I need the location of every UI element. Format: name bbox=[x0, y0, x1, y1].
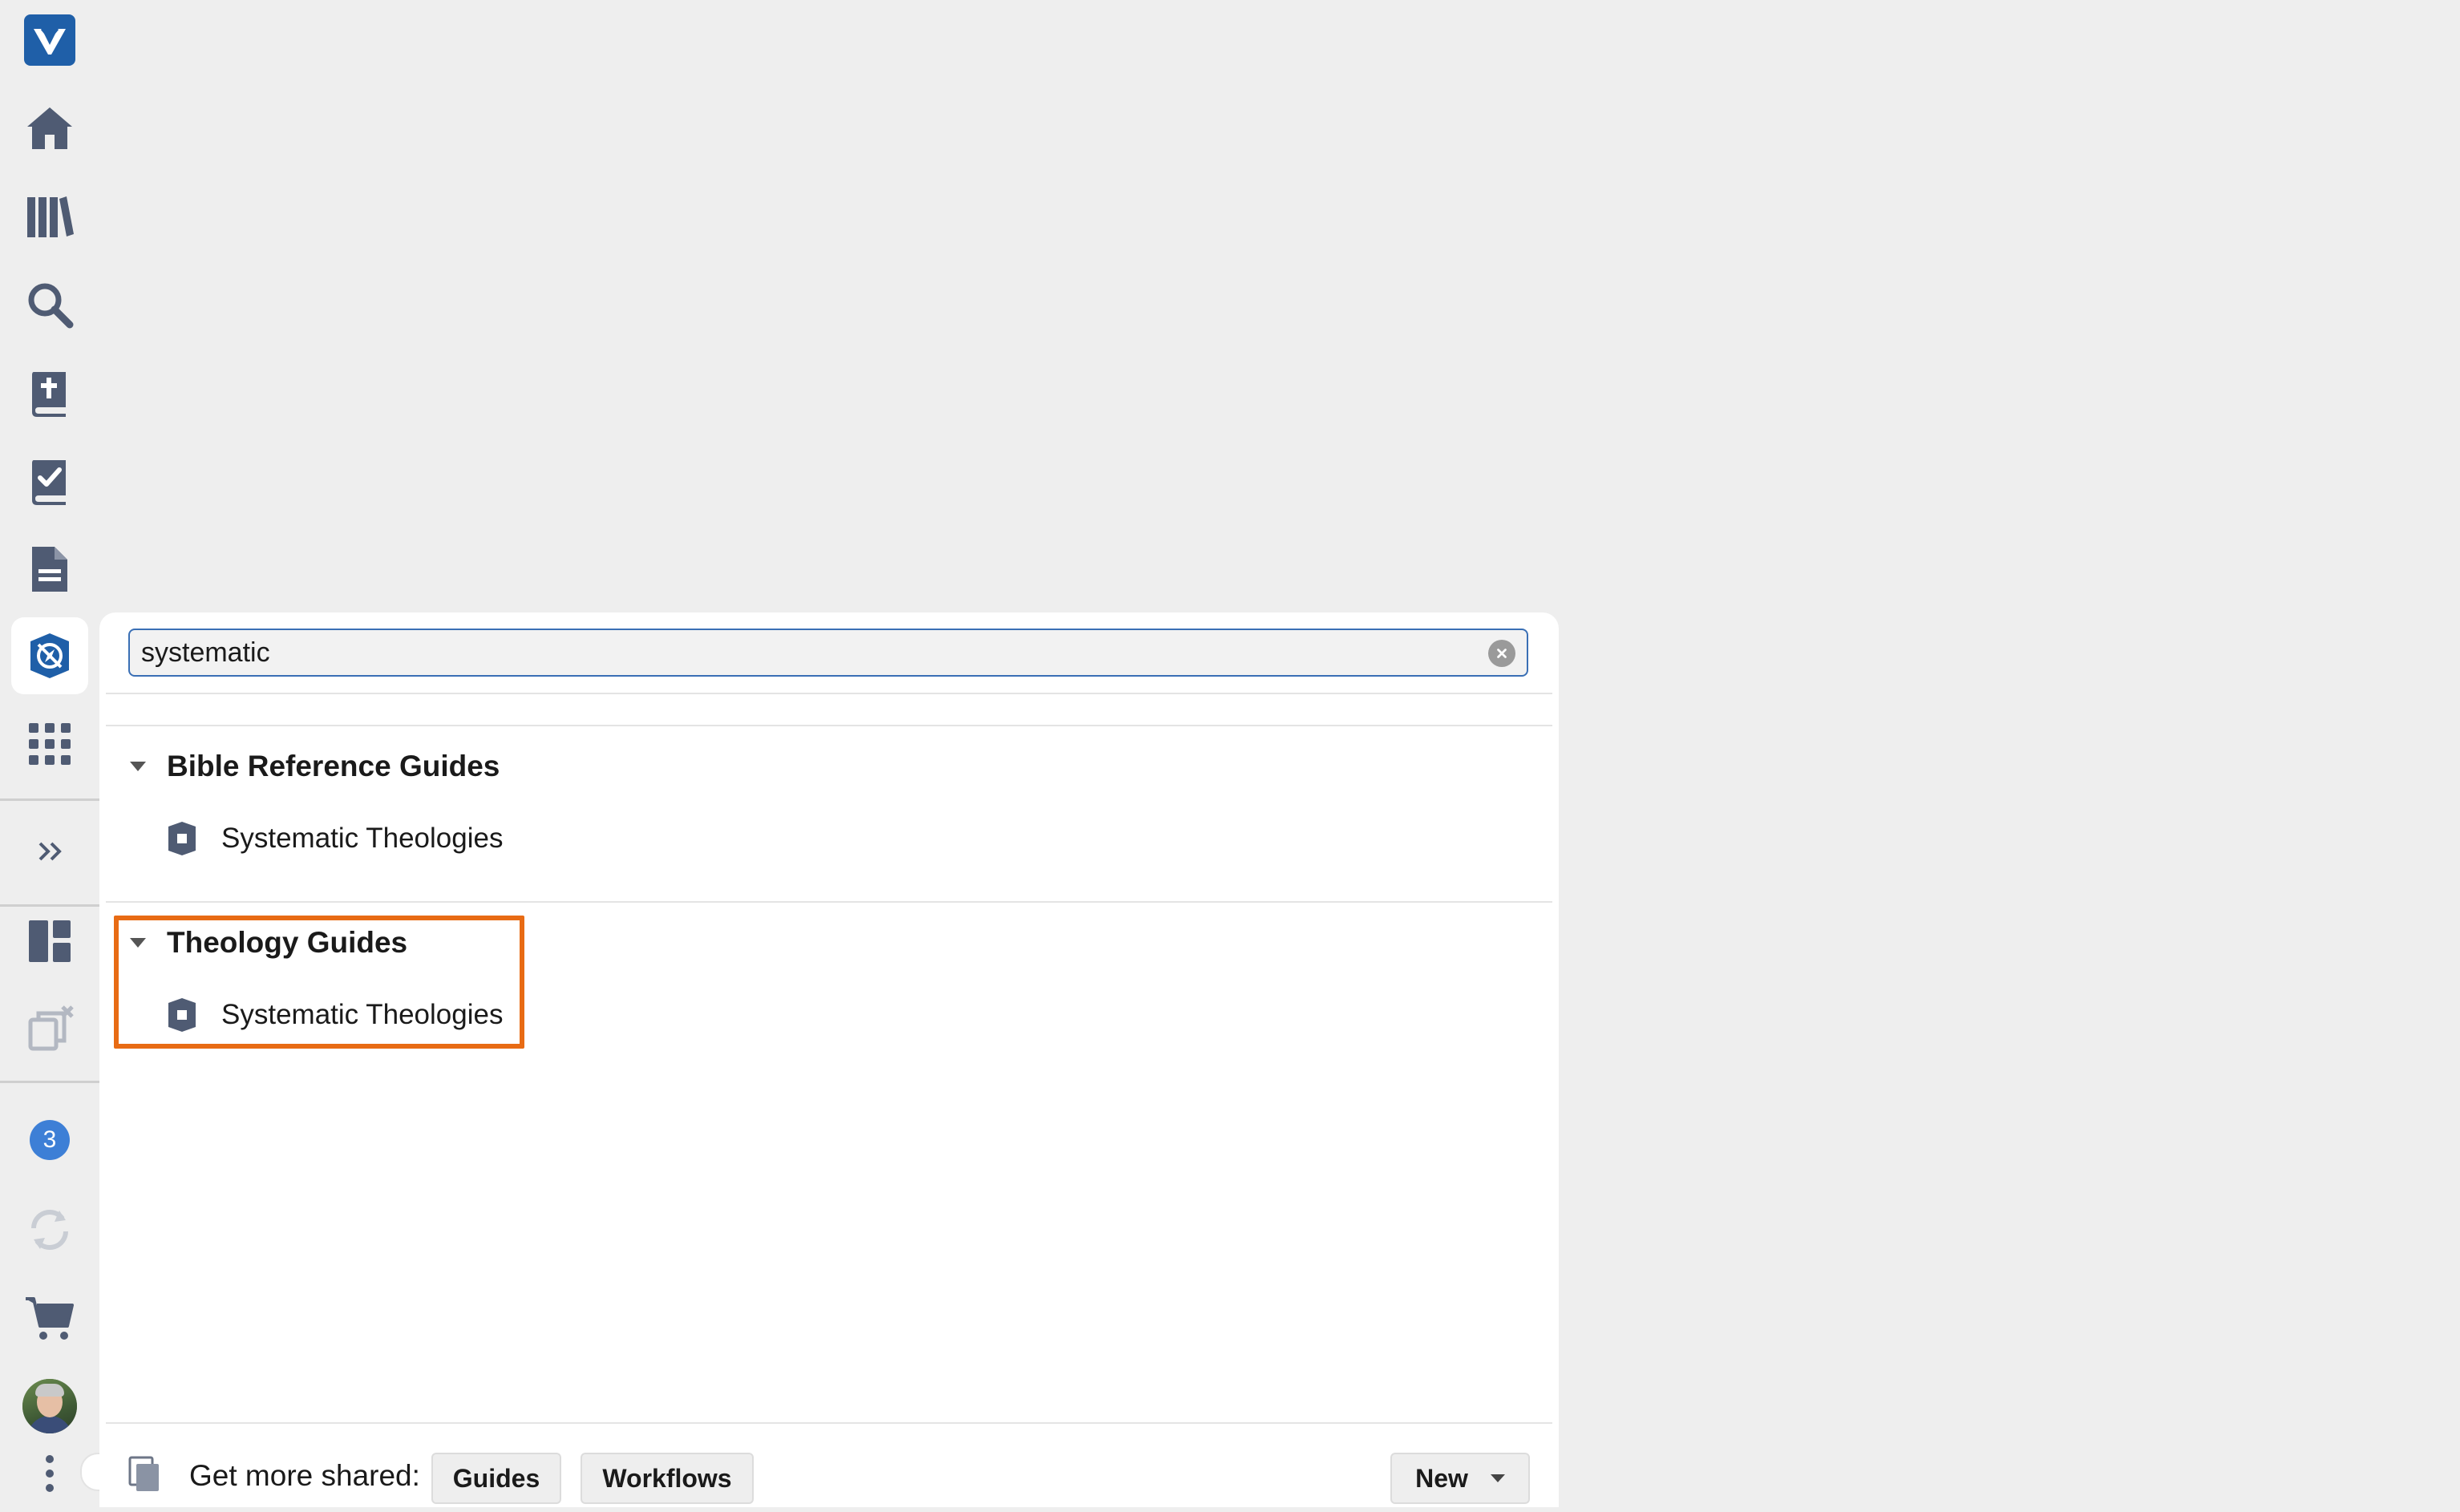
divider bbox=[106, 693, 1552, 694]
sidebar-divider bbox=[0, 1081, 99, 1083]
cart-icon bbox=[26, 1297, 74, 1340]
sidebar-divider bbox=[0, 798, 99, 801]
search-icon bbox=[28, 283, 74, 329]
guides-panel: Bible Reference Guides Systematic Theolo… bbox=[99, 612, 1559, 1507]
close-all-panels-icon bbox=[28, 1005, 74, 1051]
shared-content-icon bbox=[128, 1456, 159, 1491]
reading-plan-button[interactable] bbox=[11, 443, 88, 519]
bible-icon bbox=[32, 372, 66, 417]
reading-plan-icon bbox=[32, 460, 66, 505]
caret-down-icon bbox=[1490, 1474, 1505, 1482]
guide-icon bbox=[168, 822, 196, 855]
group-header-bible-reference-guides[interactable]: Bible Reference Guides bbox=[123, 742, 500, 790]
workflows-button[interactable]: Workflows bbox=[581, 1453, 754, 1504]
expand-icon bbox=[38, 842, 62, 861]
notifications-icon: 3 bbox=[30, 1120, 70, 1160]
home-icon bbox=[27, 107, 72, 149]
avatar bbox=[22, 1379, 77, 1433]
group-title: Theology Guides bbox=[167, 926, 408, 959]
logos-logo-button[interactable] bbox=[11, 2, 88, 79]
layouts-button[interactable] bbox=[11, 903, 88, 980]
library-button[interactable] bbox=[11, 178, 88, 255]
notifications-button[interactable]: 3 bbox=[11, 1102, 88, 1178]
guide-item-systematic-theologies[interactable]: Systematic Theologies bbox=[167, 989, 503, 1041]
guides-button[interactable] bbox=[11, 617, 88, 694]
cart-button[interactable] bbox=[11, 1280, 88, 1356]
guides-button[interactable]: Guides bbox=[431, 1453, 561, 1504]
divider bbox=[106, 901, 1552, 903]
guide-item-label: Systematic Theologies bbox=[221, 999, 504, 1030]
new-dropdown-button[interactable]: New bbox=[1390, 1453, 1530, 1504]
sync-button[interactable] bbox=[11, 1191, 88, 1268]
close-icon bbox=[1497, 649, 1507, 658]
more-icon bbox=[46, 1455, 54, 1492]
clear-search-button[interactable] bbox=[1488, 640, 1515, 667]
left-sidebar: 3 bbox=[0, 0, 109, 1507]
guides-search-box bbox=[128, 629, 1528, 677]
panel-footer: Get more shared: Guides Workflows New bbox=[99, 1424, 1559, 1507]
tools-button[interactable] bbox=[11, 705, 88, 782]
guide-item-systematic-theologies[interactable]: Systematic Theologies bbox=[167, 813, 503, 864]
caret-down-icon bbox=[130, 762, 146, 771]
bible-button[interactable] bbox=[11, 354, 88, 431]
more-button[interactable] bbox=[11, 1435, 88, 1512]
account-button[interactable] bbox=[11, 1368, 88, 1445]
home-button[interactable] bbox=[11, 90, 88, 167]
search-button[interactable] bbox=[11, 266, 88, 343]
close-all-panels-button[interactable] bbox=[11, 991, 88, 1068]
layouts-icon bbox=[29, 920, 71, 962]
divider bbox=[106, 725, 1552, 726]
document-icon bbox=[32, 547, 67, 592]
group-header-theology-guides[interactable]: Theology Guides bbox=[123, 919, 407, 967]
expand-sidebar-button[interactable] bbox=[11, 813, 88, 890]
caret-down-icon bbox=[130, 938, 146, 948]
get-more-shared-label: Get more shared: bbox=[189, 1459, 420, 1492]
guides-search-input[interactable] bbox=[141, 630, 1456, 675]
guide-icon bbox=[168, 998, 196, 1032]
logos-logo-icon bbox=[24, 14, 75, 66]
sync-icon bbox=[31, 1210, 68, 1250]
document-button[interactable] bbox=[11, 531, 88, 608]
library-icon bbox=[27, 196, 74, 237]
new-button-label: New bbox=[1415, 1463, 1468, 1493]
guides-icon bbox=[30, 633, 69, 678]
tools-grid-icon bbox=[29, 723, 71, 765]
group-title: Bible Reference Guides bbox=[167, 750, 500, 782]
guide-item-label: Systematic Theologies bbox=[221, 823, 504, 854]
